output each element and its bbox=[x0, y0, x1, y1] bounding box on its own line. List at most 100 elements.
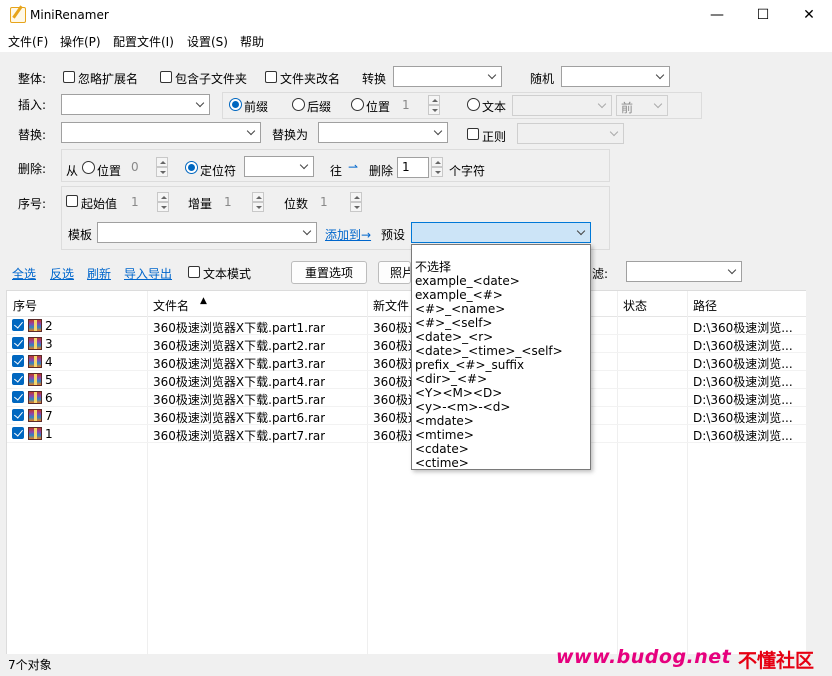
menu-operate[interactable]: 操作(P) bbox=[60, 33, 101, 50]
random-combo[interactable] bbox=[561, 66, 670, 87]
select-all-link[interactable]: 全选 bbox=[12, 265, 36, 282]
locator-combo[interactable] bbox=[244, 156, 314, 177]
spin-down-icon[interactable] bbox=[428, 105, 440, 115]
column-newname[interactable]: 新文件 bbox=[373, 297, 409, 314]
preset-option[interactable]: <Y><M><D> bbox=[415, 386, 587, 400]
row-checkbox[interactable] bbox=[12, 391, 24, 403]
preset-option[interactable]: <date>_<r> bbox=[415, 330, 587, 344]
preset-option[interactable]: <#>_<name> bbox=[415, 302, 587, 316]
start-value-spinner[interactable]: 1 bbox=[127, 192, 171, 213]
ignore-ext-checkbox[interactable] bbox=[63, 71, 75, 83]
column-status[interactable]: 状态 bbox=[623, 297, 647, 314]
spin-down-icon[interactable] bbox=[252, 202, 264, 212]
preset-option[interactable]: prefix_<#>_suffix bbox=[415, 358, 587, 372]
invert-selection-link[interactable]: 反选 bbox=[50, 265, 74, 282]
table-row[interactable]: 2 360极速浏览器X下载.part1.rar 360极速 D:\360极速浏览… bbox=[7, 317, 807, 335]
spin-up-icon[interactable] bbox=[350, 192, 362, 202]
column-seq[interactable]: 序号 bbox=[13, 297, 37, 314]
row-checkbox[interactable] bbox=[12, 409, 24, 421]
preset-option[interactable]: example_<#> bbox=[415, 288, 587, 302]
spin-up-icon[interactable] bbox=[157, 192, 169, 202]
refresh-link[interactable]: 刷新 bbox=[87, 265, 111, 282]
replace-combo[interactable] bbox=[61, 122, 261, 143]
preset-option[interactable]: <#>_<self> bbox=[415, 316, 587, 330]
vertical-scrollbar[interactable] bbox=[806, 290, 826, 654]
column-filename[interactable]: 文件名 bbox=[153, 297, 189, 314]
spin-up-icon[interactable] bbox=[156, 157, 168, 167]
position-radio[interactable] bbox=[351, 98, 364, 111]
text-radio[interactable] bbox=[467, 98, 480, 111]
column-path[interactable]: 路径 bbox=[693, 297, 717, 314]
delete-position-spin-buttons[interactable] bbox=[156, 157, 168, 178]
preset-dropdown-list[interactable]: 不选择 example_<date> example_<#> <#>_<name… bbox=[411, 244, 591, 470]
regex-checkbox[interactable] bbox=[467, 128, 479, 140]
digits-spinner[interactable]: 1 bbox=[316, 192, 364, 213]
preset-option[interactable]: 不选择 bbox=[415, 260, 587, 274]
preset-combo[interactable] bbox=[411, 222, 591, 243]
row-checkbox[interactable] bbox=[12, 427, 24, 439]
menu-settings[interactable]: 设置(S) bbox=[187, 33, 228, 50]
spin-down-icon[interactable] bbox=[157, 202, 169, 212]
preset-option[interactable]: <ctime> bbox=[415, 456, 587, 470]
direction-arrow-icon[interactable]: ⇀ bbox=[348, 160, 358, 174]
preset-option[interactable]: <mdate> bbox=[415, 414, 587, 428]
regex-combo[interactable] bbox=[517, 123, 624, 144]
table-row[interactable]: 5 360极速浏览器X下载.part4.rar 360极速 D:\360极速浏览… bbox=[7, 371, 807, 389]
insert-text-combo[interactable] bbox=[512, 95, 612, 116]
include-subfolders-checkbox[interactable] bbox=[160, 71, 172, 83]
prefix-radio[interactable] bbox=[229, 98, 242, 111]
menu-help[interactable]: 帮助 bbox=[240, 33, 264, 50]
start-value-checkbox[interactable] bbox=[66, 195, 78, 207]
delete-count-spinner[interactable]: 1 bbox=[397, 157, 445, 178]
delete-position-spinner[interactable]: 0 bbox=[127, 157, 169, 178]
insert-dir-combo[interactable]: 前 bbox=[616, 95, 668, 116]
table-row[interactable]: 7 360极速浏览器X下载.part6.rar 360极速 D:\360极速浏览… bbox=[7, 407, 807, 425]
replace-with-combo[interactable] bbox=[318, 122, 448, 143]
table-row[interactable]: 3 360极速浏览器X下载.part2.rar 360极速 D:\360极速浏览… bbox=[7, 335, 807, 353]
preset-option[interactable]: <mtime> bbox=[415, 428, 587, 442]
increment-spin-buttons[interactable] bbox=[252, 192, 264, 213]
preset-option[interactable]: <cdate> bbox=[415, 442, 587, 456]
photo-button[interactable]: 照片 bbox=[378, 261, 411, 284]
spin-up-icon[interactable] bbox=[252, 192, 264, 202]
maximize-button[interactable]: ☐ bbox=[740, 0, 786, 30]
spin-down-icon[interactable] bbox=[431, 167, 443, 177]
start-spin-buttons[interactable] bbox=[157, 192, 169, 213]
row-checkbox[interactable] bbox=[12, 337, 24, 349]
text-mode-checkbox[interactable] bbox=[188, 266, 200, 278]
insert-combo[interactable] bbox=[61, 94, 210, 115]
template-combo[interactable] bbox=[97, 222, 317, 243]
spin-down-icon[interactable] bbox=[350, 202, 362, 212]
table-row[interactable]: 4 360极速浏览器X下载.part3.rar 360极速 D:\360极速浏览… bbox=[7, 353, 807, 371]
delete-count-spin-buttons[interactable] bbox=[431, 157, 443, 178]
menu-config[interactable]: 配置文件(I) bbox=[113, 33, 174, 50]
add-to-link[interactable]: 添加到→ bbox=[325, 226, 371, 243]
suffix-radio[interactable] bbox=[292, 98, 305, 111]
convert-combo[interactable] bbox=[393, 66, 502, 87]
table-row[interactable]: 1 360极速浏览器X下载.part7.rar 360极速 D:\360极速浏览… bbox=[7, 425, 807, 443]
locator-radio[interactable] bbox=[185, 161, 198, 174]
preset-option[interactable]: example_<date> bbox=[415, 274, 587, 288]
menu-file[interactable]: 文件(F) bbox=[8, 33, 48, 50]
row-checkbox[interactable] bbox=[12, 355, 24, 367]
spin-down-icon[interactable] bbox=[156, 167, 168, 177]
file-list[interactable]: 序号 文件名 ▲ 新文件 状态 路径 2 360极速浏览器X下载.part1.r… bbox=[6, 290, 807, 655]
preset-option[interactable]: <y>-<m>-<d> bbox=[415, 400, 587, 414]
close-button[interactable]: ✕ bbox=[786, 0, 832, 30]
filter-combo[interactable] bbox=[626, 261, 742, 282]
row-checkbox[interactable] bbox=[12, 373, 24, 385]
spin-up-icon[interactable] bbox=[431, 157, 443, 167]
insert-position-spinner[interactable]: 1 bbox=[398, 95, 442, 116]
import-export-link[interactable]: 导入导出 bbox=[124, 265, 172, 282]
table-row[interactable]: 6 360极速浏览器X下载.part5.rar 360极速 D:\360极速浏览… bbox=[7, 389, 807, 407]
increment-spinner[interactable]: 1 bbox=[220, 192, 266, 213]
digits-spin-buttons[interactable] bbox=[350, 192, 362, 213]
row-checkbox[interactable] bbox=[12, 319, 24, 331]
spin-up-icon[interactable] bbox=[428, 95, 440, 105]
preset-option[interactable]: <date>_<time>_<self> bbox=[415, 344, 587, 358]
insert-position-spin-buttons[interactable] bbox=[428, 95, 440, 116]
minimize-button[interactable]: — bbox=[694, 0, 740, 30]
preset-option[interactable]: <dir>_<#> bbox=[415, 372, 587, 386]
reset-options-button[interactable]: 重置选项 bbox=[291, 261, 367, 284]
folder-rename-checkbox[interactable] bbox=[265, 71, 277, 83]
